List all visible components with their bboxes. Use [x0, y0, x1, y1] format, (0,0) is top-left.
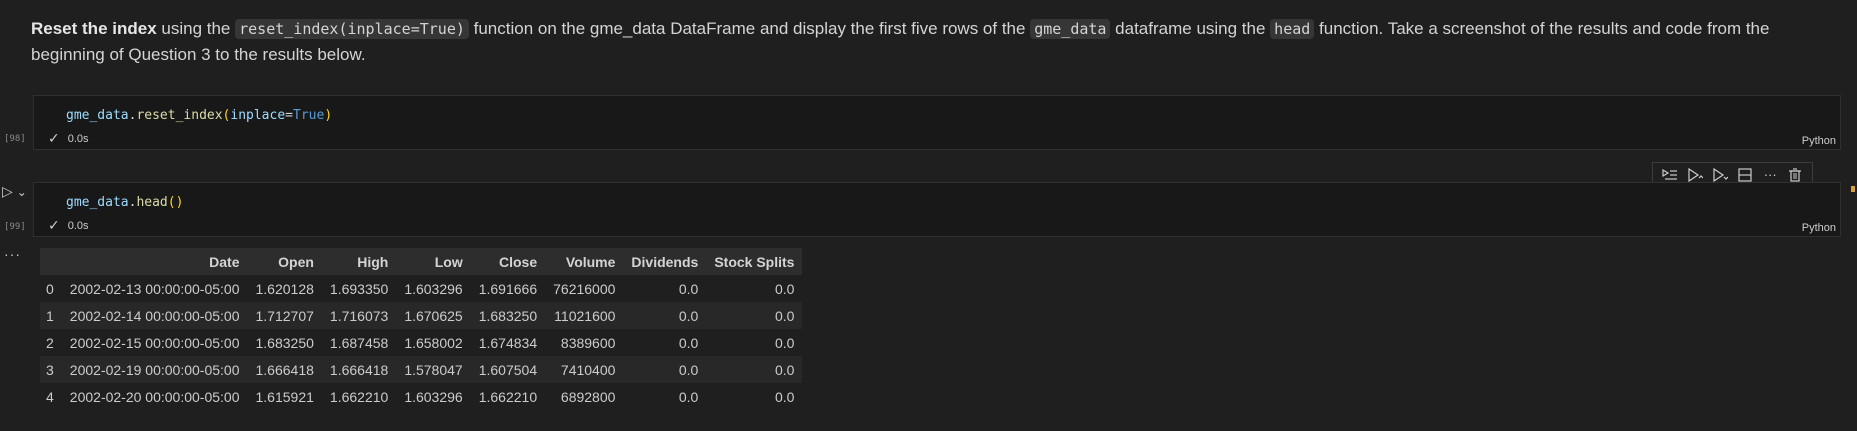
code-cell-reset-index[interactable]: gme_data.reset_index(inplace=True) ✓ 0.0… [33, 95, 1841, 150]
table-cell: 6892800 [560, 388, 616, 405]
code-token: = [285, 108, 293, 123]
check-icon: ✓ [48, 130, 60, 146]
markdown-cell: Reset the index using the reset_index(in… [31, 16, 1846, 67]
instruction-bold: Reset the index [31, 19, 157, 38]
code-editor[interactable]: gme_data.head() [66, 195, 183, 210]
table-cell: 1.658002 [404, 334, 463, 351]
table-cell: 2002-02-20 00:00:00-05:00 [69, 388, 240, 405]
table-cell: 0.0 [678, 280, 699, 297]
row-index: 2 [46, 334, 54, 351]
code-editor[interactable]: gme_data.reset_index(inplace=True) [66, 108, 332, 123]
check-icon: ✓ [48, 217, 60, 233]
table-cell: 1.666418 [255, 361, 314, 378]
table-cell: 0.0 [678, 388, 699, 405]
column-header: Low [434, 253, 463, 270]
cell-status: ✓ 0.0s [48, 217, 89, 234]
table-cell: 2002-02-13 00:00:00-05:00 [69, 280, 240, 297]
row-index: 3 [46, 361, 54, 378]
table-cell: 0.0 [775, 334, 795, 351]
instruction-text: using the [156, 19, 236, 38]
table-cell: 1.716073 [329, 307, 389, 324]
table-cell: 0.0 [775, 280, 795, 297]
code-token: True [293, 108, 325, 123]
code-token: reset_index [136, 108, 223, 123]
column-header: Stock Splits [714, 253, 795, 270]
table-cell: 0.0 [775, 307, 795, 324]
instruction-text: dataframe using the [1110, 19, 1271, 38]
column-header: High [357, 253, 389, 270]
table-cell: 2002-02-19 00:00:00-05:00 [69, 361, 240, 378]
table-cell: 1.687458 [329, 334, 389, 351]
scroll-marker [1851, 186, 1855, 192]
table-row: 1 2002-02-14 00:00:00-05:00 1.712707 1.7… [40, 302, 803, 329]
table-cell: 1.578047 [404, 361, 463, 378]
table-cell: 76216000 [553, 280, 616, 297]
column-header: Open [278, 253, 314, 270]
column-header: Close [499, 253, 538, 270]
code-token: ) [324, 108, 333, 123]
table-cell: 1.712707 [255, 307, 314, 324]
table-cell: 0.0 [775, 361, 795, 378]
table-cell: 0.0 [775, 388, 795, 405]
execution-count: [99] [4, 222, 26, 232]
column-header [40, 248, 62, 275]
table-cell: 1.603296 [404, 280, 463, 297]
row-index: 1 [46, 307, 54, 324]
table-cell: 2002-02-14 00:00:00-05:00 [69, 307, 240, 324]
row-index: 4 [46, 388, 54, 405]
table-cell: 1.662210 [329, 388, 389, 405]
code-cell-head[interactable]: gme_data.head() ✓ 0.0s Python [33, 182, 1841, 237]
table-row: 0 2002-02-13 00:00:00-05:00 1.620128 1.6… [40, 275, 802, 302]
table-cell: 1.615921 [255, 388, 314, 405]
column-header: Volume [565, 253, 616, 270]
code-token: head [136, 195, 168, 210]
table-row: 4 2002-02-20 00:00:00-05:00 1.615921 1.6… [40, 383, 802, 410]
table-cell: 1.607504 [478, 361, 538, 378]
code-token: inplace [230, 108, 286, 123]
run-cell-control[interactable]: ▷ ⌄ [2, 183, 27, 200]
inline-code-reset-index: reset_index(inplace=True) [235, 19, 469, 39]
column-header: Date [209, 253, 240, 270]
execution-time: 0.0s [67, 219, 89, 232]
chevron-down-icon[interactable]: ⌄ [17, 185, 27, 199]
table-cell: 1.620128 [255, 280, 314, 297]
table-row: 3 2002-02-19 00:00:00-05:00 1.666418 1.6… [40, 356, 803, 383]
column-header: Dividends [631, 253, 699, 270]
table-cell: 11021600 [554, 307, 616, 324]
table-cell: 2002-02-15 00:00:00-05:00 [69, 334, 240, 351]
table-cell: 1.674834 [478, 334, 538, 351]
table-cell: 0.0 [678, 307, 699, 324]
table-cell: 1.670625 [404, 307, 463, 324]
table-header-row: Date Open High Low Close Volume Dividend… [40, 248, 803, 275]
code-token: gme_data [66, 195, 129, 210]
dataframe-output: Date Open High Low Close Volume Dividend… [40, 248, 803, 410]
row-index: 0 [46, 280, 54, 297]
table-cell: 1.662210 [478, 388, 538, 405]
language-label[interactable]: Python [1802, 135, 1836, 147]
table-cell: 1.666418 [329, 361, 389, 378]
table-row: 2 2002-02-15 00:00:00-05:00 1.683250 1.6… [40, 329, 802, 356]
run-icon[interactable]: ▷ [2, 183, 13, 200]
instruction-text: function on the gme_data DataFrame and d… [468, 19, 1031, 38]
table-cell: 0.0 [678, 361, 699, 378]
code-token: gme_data [66, 108, 129, 123]
table-cell: 7410400 [560, 361, 616, 378]
inline-code-head: head [1270, 19, 1315, 39]
code-token: () [167, 195, 184, 210]
inline-code-gme-data: gme_data [1030, 19, 1111, 39]
language-label[interactable]: Python [1802, 222, 1836, 234]
table-cell: 1.691666 [478, 280, 538, 297]
table-cell: 0.0 [678, 334, 699, 351]
output-menu-icon[interactable]: ··· [4, 246, 21, 262]
execution-count: [98] [4, 134, 26, 144]
table-cell: 1.603296 [404, 388, 463, 405]
execution-time: 0.0s [67, 132, 89, 145]
table-cell: 8389600 [560, 334, 616, 351]
table-cell: 1.693350 [329, 280, 389, 297]
table-cell: 1.683250 [478, 307, 538, 324]
cell-status: ✓ 0.0s [48, 130, 89, 147]
table-cell: 1.683250 [255, 334, 314, 351]
